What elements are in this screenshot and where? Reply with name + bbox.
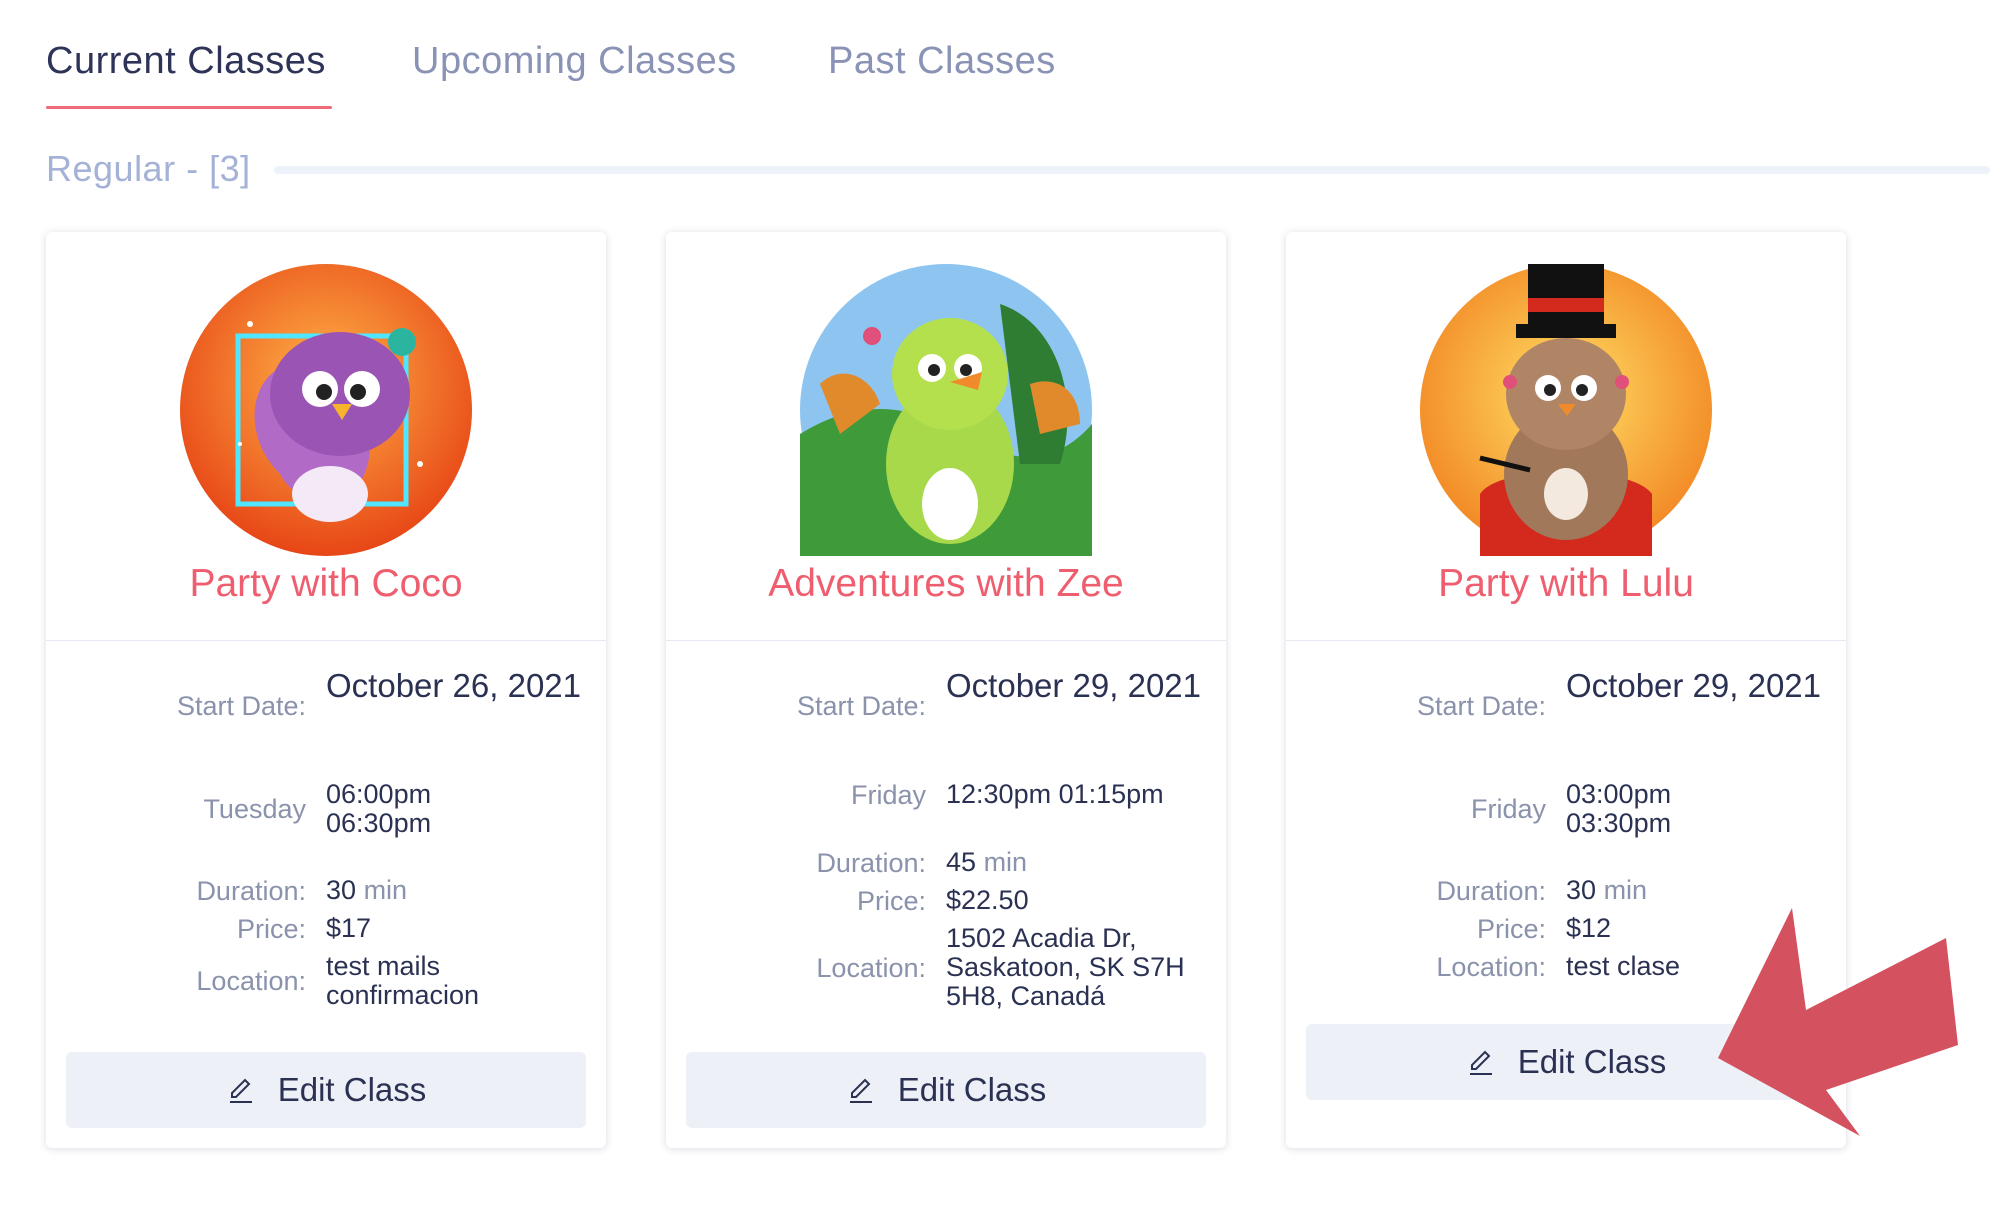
price-value: $17 [326,913,372,943]
pencil-edit-icon [846,1075,876,1105]
time-start: 06:00pm [326,779,432,809]
duration-label: Duration: [1436,876,1546,906]
start-date-label: Start Date: [1416,691,1546,721]
tab-current-classes[interactable]: Current Classes [46,40,326,83]
class-title: Party with Coco [189,562,463,605]
edit-class-button[interactable]: Edit Class [686,1052,1206,1128]
day-label: Tuesday [203,794,306,824]
price-label: Price: [1476,914,1546,944]
time-start: 03:00pm [1566,779,1672,809]
time-end: 01:15pm [1058,779,1164,809]
section-title: Regular - [3] [46,148,251,189]
price-value: $22.50 [946,885,1029,915]
start-date-label: Start Date: [176,691,306,721]
edit-class-label: Edit Class [277,1071,427,1108]
green-bird-jungle-avatar-icon [800,264,1092,556]
day-label: Friday [850,780,926,810]
brown-bird-top-hat-avatar-icon [1420,264,1712,556]
edit-class-label: Edit Class [1517,1043,1667,1080]
card-divider [666,640,1226,641]
class-title: Party with Lulu [1438,562,1694,605]
time-end: 06:30pm [326,808,432,838]
duration-value: 45 min [946,847,1028,877]
active-tab-underline [46,106,332,109]
location-label: Location: [816,953,926,983]
price-label: Price: [856,886,926,916]
start-date-value: October 29, 2021 [946,667,1202,704]
time-start: 12:30pm [946,779,1052,809]
location-value: 1502 Acadia Dr, Saskatoon, SK S7H 5H8, C… [946,923,1185,1011]
time-value: 12:30pm 01:15pm [946,780,1216,809]
card-divider [46,640,606,641]
duration-label: Duration: [196,876,306,906]
tab-past-classes[interactable]: Past Classes [828,40,1056,83]
red-pointer-arrow-icon [1700,900,1990,1140]
purple-bird-party-avatar-icon [180,264,472,556]
location-label: Location: [196,966,306,996]
edit-class-label: Edit Class [897,1071,1047,1108]
class-card: Adventures with Zee Start Date: October … [666,232,1226,1148]
duration-label: Duration: [816,848,926,878]
class-card: Party with Coco Start Date: October 26, … [46,232,606,1148]
time-value: 06:00pm 06:30pm [326,780,582,838]
start-date-value: October 26, 2021 [326,667,582,704]
day-label: Friday [1470,794,1546,824]
class-title: Adventures with Zee [768,562,1124,605]
location-label: Location: [1436,952,1546,982]
edit-class-button[interactable]: Edit Class [66,1052,586,1128]
pencil-edit-icon [226,1075,256,1105]
time-end: 03:30pm [1566,808,1672,838]
start-date-label: Start Date: [796,691,926,721]
card-divider [1286,640,1846,641]
duration-value: 30 min [326,875,408,905]
start-date-value: October 29, 2021 [1566,667,1822,704]
tab-upcoming-classes[interactable]: Upcoming Classes [412,40,737,83]
price-label: Price: [236,914,306,944]
pencil-edit-icon [1466,1047,1496,1077]
section-divider [274,166,1990,174]
location-value: test mails confirmacion [326,951,480,1010]
time-value: 03:00pm 03:30pm [1566,780,1822,838]
